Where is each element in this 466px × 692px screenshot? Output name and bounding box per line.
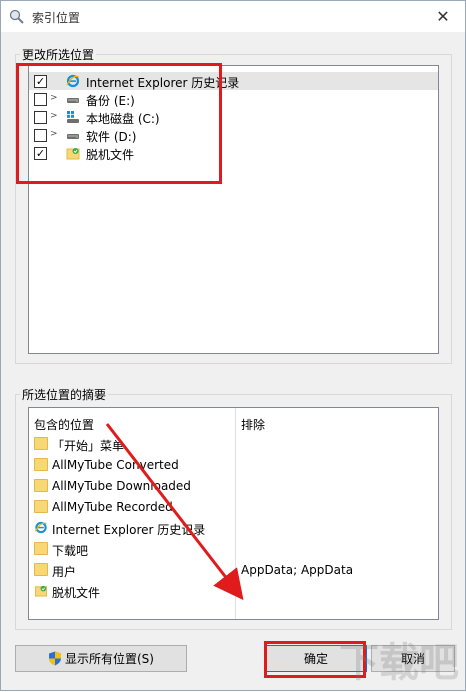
tree-item-label: 备份 (E:): [86, 94, 135, 108]
tree-item-ie-history[interactable]: ✓ Internet Explorer 历史记录: [29, 72, 438, 90]
summary-row-label: 下载吧: [52, 544, 89, 558]
cancel-button-label: 取消: [400, 652, 425, 666]
change-locations-group-label: 更改所选位置: [20, 46, 97, 63]
show-all-locations-button[interactable]: 显示所有位置(S): [15, 645, 187, 672]
window-title: 索引位置: [32, 11, 81, 25]
checkbox-software-d[interactable]: [34, 129, 47, 142]
summary-list[interactable]: 包含的位置 排除 「开始」菜单 AllMyTube Converted AllM…: [28, 407, 439, 620]
summary-group-label: 所选位置的摘要: [20, 386, 109, 403]
tree-item-label: Internet Explorer 历史记录: [86, 76, 240, 90]
folder-icon: [34, 437, 48, 450]
ok-button-label: 确定: [303, 652, 328, 666]
locations-tree[interactable]: ✓ Internet Explorer 历史记录 > 备份 (E:) > 本地磁…: [28, 65, 439, 354]
chevron-right-icon[interactable]: >: [50, 93, 58, 103]
folder-icon: [34, 458, 48, 471]
summary-row-label: AllMyTube Recorded: [52, 500, 173, 514]
ie-icon: [66, 74, 80, 88]
folder-icon: [34, 542, 48, 555]
tree-item-label: 软件 (D:): [86, 130, 137, 144]
ie-icon: [34, 521, 47, 534]
summary-row-label: 脱机文件: [52, 586, 101, 600]
summary-row[interactable]: AllMyTube Recorded: [29, 497, 438, 517]
offline-files-icon: [66, 148, 80, 160]
summary-row[interactable]: AllMyTube Converted: [29, 455, 438, 475]
title-bar: 索引位置 ✕: [1, 1, 465, 32]
chevron-right-icon[interactable]: >: [50, 129, 58, 139]
included-column-header: 包含的位置: [34, 418, 95, 432]
checkbox-ie-history[interactable]: ✓: [34, 75, 47, 88]
close-button[interactable]: ✕: [421, 1, 465, 32]
summary-row-excluded: AppData; AppData: [241, 563, 354, 577]
search-index-icon: [9, 9, 24, 24]
ok-button[interactable]: 确定: [265, 645, 367, 672]
drive-icon: [67, 134, 79, 139]
close-icon: ✕: [436, 7, 450, 26]
folder-icon: [34, 479, 48, 492]
summary-row[interactable]: 脱机文件: [29, 581, 438, 601]
summary-row[interactable]: Internet Explorer 历史记录: [29, 518, 438, 538]
summary-row[interactable]: 「开始」菜单: [29, 434, 438, 454]
checkbox-backup-e[interactable]: [34, 93, 47, 106]
summary-row[interactable]: AllMyTube Downloaded: [29, 476, 438, 496]
tree-item-software-d[interactable]: > 软件 (D:): [29, 126, 438, 144]
tree-item-local-disk-c[interactable]: > 本地磁盘 (C:): [29, 108, 438, 126]
summary-row-label: Internet Explorer 历史记录: [52, 523, 206, 537]
summary-row-label: AllMyTube Converted: [52, 458, 179, 472]
chevron-right-icon[interactable]: >: [50, 111, 58, 121]
checkbox-local-disk-c[interactable]: [34, 111, 47, 124]
summary-row[interactable]: 下载吧: [29, 539, 438, 559]
show-all-locations-label: 显示所有位置(S): [65, 652, 154, 666]
folder-icon: [34, 563, 48, 576]
summary-row-label: 「开始」菜单: [52, 439, 125, 453]
tree-item-offline-files[interactable]: ✓ 脱机文件: [29, 144, 438, 162]
tree-item-label: 本地磁盘 (C:): [86, 112, 160, 126]
summary-row-label: AllMyTube Downloaded: [52, 479, 191, 493]
summary-row[interactable]: 用户 AppData; AppData: [29, 560, 438, 580]
windows-drive-icon: [67, 111, 79, 123]
drive-icon: [67, 98, 79, 103]
offline-files-icon: [34, 585, 48, 597]
cancel-button[interactable]: 取消: [371, 645, 455, 672]
checkbox-offline-files[interactable]: ✓: [34, 147, 47, 160]
summary-row-label: 用户: [52, 565, 77, 579]
index-locations-dialog: 索引位置 ✕ 更改所选位置 ✓ Internet Explorer 历史记录 >: [0, 0, 466, 691]
tree-item-backup-e[interactable]: > 备份 (E:): [29, 90, 438, 108]
folder-icon: [34, 500, 48, 513]
uac-shield-icon: [49, 651, 61, 666]
excluded-column-header: 排除: [241, 418, 266, 432]
tree-item-label: 脱机文件: [86, 148, 135, 162]
